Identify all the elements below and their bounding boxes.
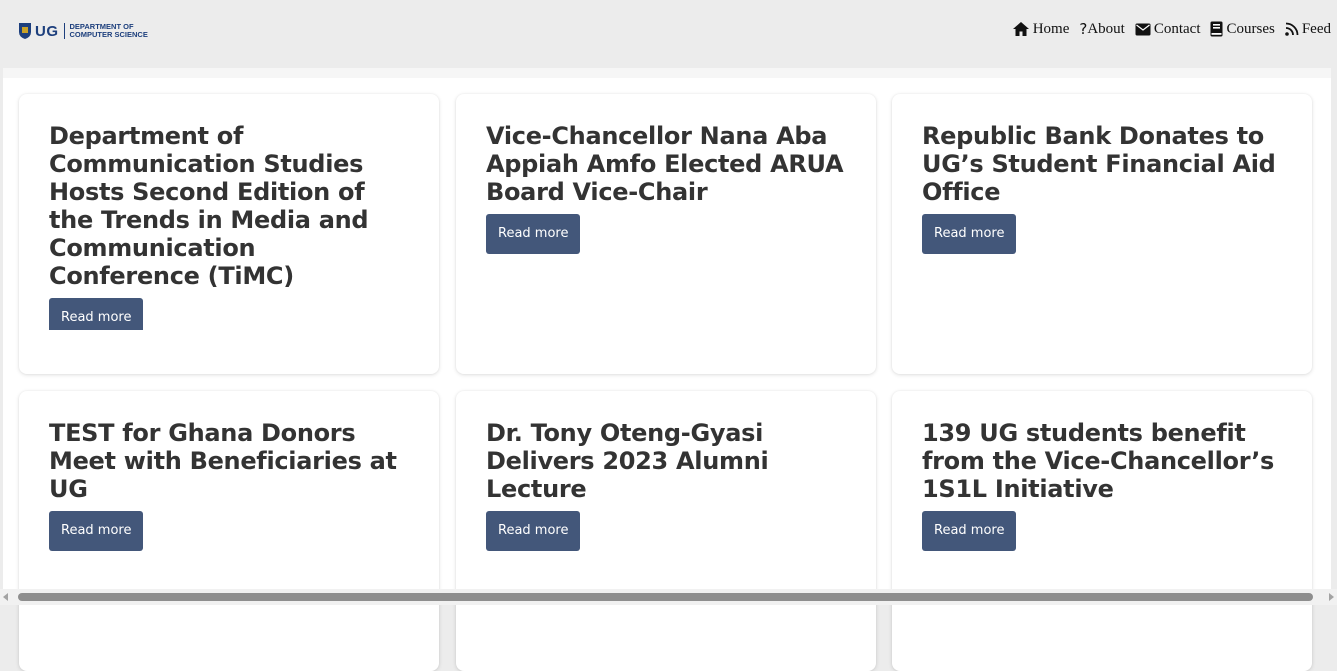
nav-home-label: Home: [1032, 20, 1070, 37]
nav-contact-label: Contact: [1153, 20, 1201, 37]
read-more-button[interactable]: Read more: [49, 511, 144, 551]
scroll-left-arrow-icon[interactable]: [3, 593, 8, 601]
crest-icon: [19, 23, 31, 39]
read-more-button[interactable]: Read more: [49, 298, 144, 330]
read-more-button[interactable]: Read more: [922, 214, 1017, 254]
site-logo[interactable]: UG DEPARTMENT OF COMPUTER SCIENCE: [18, 20, 148, 42]
news-card: Department of Communication Studies Host…: [19, 94, 439, 374]
news-card-title[interactable]: Republic Bank Donates to UG’s Student Fi…: [922, 122, 1282, 206]
nav-contact[interactable]: Contact: [1135, 20, 1201, 38]
news-grid: Department of Communication Studies Host…: [3, 78, 1331, 671]
rss-icon: [1285, 22, 1299, 36]
nav-feed[interactable]: Feed: [1285, 21, 1331, 38]
logo-department-text: DEPARTMENT OF COMPUTER SCIENCE: [69, 22, 148, 39]
horizontal-scrollbar[interactable]: [0, 589, 1337, 605]
news-card-title[interactable]: Department of Communication Studies Host…: [49, 122, 409, 290]
book-icon: [1210, 21, 1223, 37]
envelope-icon: [1135, 23, 1151, 35]
nav-home[interactable]: Home: [1012, 20, 1070, 38]
news-card-title[interactable]: Dr. Tony Oteng-Gyasi Delivers 2023 Alumn…: [486, 419, 846, 503]
news-card-title[interactable]: Vice-Chancellor Nana Aba Appiah Amfo Ele…: [486, 122, 846, 206]
logo-ug-text: UG: [35, 22, 59, 40]
news-card: Vice-Chancellor Nana Aba Appiah Amfo Ele…: [456, 94, 876, 374]
nav-about[interactable]: ? About: [1079, 20, 1124, 38]
news-card: TEST for Ghana Donors Meet with Benefici…: [19, 391, 439, 671]
logo-divider: [63, 23, 65, 39]
news-card: Republic Bank Donates to UG’s Student Fi…: [892, 94, 1312, 374]
scrollbar-thumb[interactable]: [18, 593, 1313, 601]
news-card: Dr. Tony Oteng-Gyasi Delivers 2023 Alumn…: [456, 391, 876, 671]
content-panel: Department of Communication Studies Host…: [3, 68, 1331, 671]
read-more-button[interactable]: Read more: [922, 511, 1017, 551]
news-card-title[interactable]: TEST for Ghana Donors Meet with Benefici…: [49, 419, 409, 503]
home-icon: [1012, 22, 1029, 36]
question-icon: ?: [1079, 20, 1088, 38]
scroll-right-arrow-icon[interactable]: [1329, 593, 1334, 601]
read-more-button[interactable]: Read more: [486, 511, 581, 551]
read-more-button[interactable]: Read more: [486, 214, 581, 254]
read-more-clip: Read more: [49, 298, 409, 330]
news-card: 139 UG students benefit from the Vice-Ch…: [892, 391, 1312, 671]
nav-courses-label: Courses: [1226, 20, 1275, 37]
nav-about-label: About: [1087, 20, 1125, 37]
site-header: UG DEPARTMENT OF COMPUTER SCIENCE Home ?…: [0, 0, 1337, 68]
news-card-title[interactable]: 139 UG students benefit from the Vice-Ch…: [922, 419, 1282, 503]
nav-feed-label: Feed: [1301, 20, 1331, 37]
nav-courses[interactable]: Courses: [1210, 20, 1275, 38]
main-nav: Home ? About Contact Courses Feed: [1002, 20, 1331, 38]
